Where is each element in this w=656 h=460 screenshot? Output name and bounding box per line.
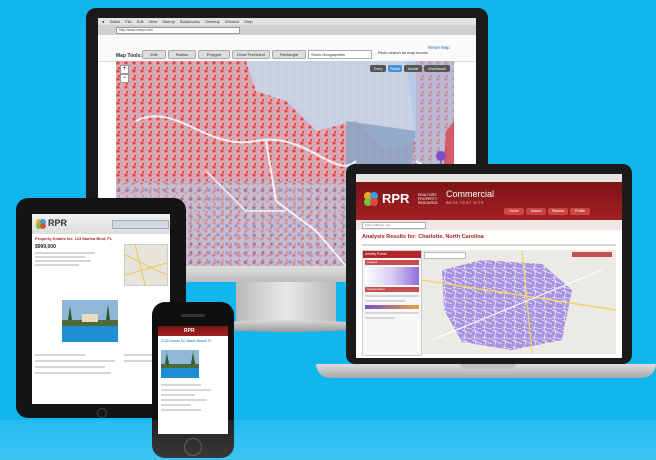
nav-profile[interactable]: Profile (570, 208, 590, 215)
search-input[interactable]: Enter Address, City (362, 222, 426, 229)
menu-item-view[interactable]: View (149, 19, 158, 24)
menu-item-develop[interactable]: Develop (205, 19, 220, 24)
phone-nav-bar: RPR (158, 326, 228, 336)
info-line (161, 384, 201, 386)
analysis-map[interactable] (422, 250, 616, 354)
panel-title: Activity Points (363, 251, 421, 258)
tablet-mini-map[interactable] (124, 244, 168, 286)
mini-map-graphic (124, 244, 168, 286)
property-photo[interactable] (62, 300, 118, 342)
freehand-tool-button[interactable]: Draw Freehand (232, 50, 270, 59)
phone-screen: RPR 2125 Ocean Dr, Miami Beach FL (158, 326, 228, 434)
polygon-tool-button[interactable]: Polygon (198, 50, 230, 59)
panel-line (365, 317, 395, 319)
brand-title: Commercial (446, 189, 495, 199)
map-type-overhead[interactable]: Overhead (424, 65, 450, 72)
nav-search[interactable]: Search (526, 208, 546, 215)
map-type-aerial[interactable]: Aerial (404, 65, 422, 72)
panel-section-legend[interactable]: Legend (365, 260, 419, 265)
phone-photo-graphic (161, 350, 199, 378)
info-line (35, 354, 85, 356)
tablet-price: $999,000 (35, 244, 56, 250)
phone-property-photo[interactable] (161, 350, 199, 378)
nav-home[interactable]: Home (504, 208, 524, 215)
menu-item-bookmarks[interactable]: Bookmarks (180, 19, 200, 24)
info-line (35, 252, 95, 254)
map-type-road[interactable]: Road (388, 65, 402, 72)
tablet-logo-text: RPR (48, 218, 68, 228)
legend-gradient (365, 267, 419, 285)
brand-small: REALTORS PROPERTY RESOURCE (418, 193, 438, 205)
tablet-screen: RPR Property Details for: 123 Marina Blv… (32, 214, 170, 404)
map-tools-label: Map Tools: (116, 53, 143, 59)
laptop-notch (460, 364, 516, 369)
edit-tool-button[interactable]: Edit (142, 50, 166, 59)
rpr-header: RPR REALTORS PROPERTY RESOURCE Commercia… (356, 182, 622, 220)
floor-reflection (0, 420, 656, 460)
reset-map-link[interactable]: Reset Map (428, 45, 450, 50)
apple-icon: ● (102, 19, 105, 24)
info-line (161, 394, 195, 396)
panel-line (365, 300, 405, 302)
analysis-map-graphic (422, 250, 616, 354)
phone-property-label[interactable]: 2125 Ocean Dr, Miami Beach FL (161, 339, 212, 343)
panel-section-opportunities[interactable]: Opportunities (365, 287, 419, 292)
rpr-logo-icon (36, 219, 46, 229)
tablet-header: RPR (32, 214, 170, 234)
zoom-in-button[interactable]: + (120, 65, 129, 74)
tablet-result-title: Property Details for: 123 Marina Blvd, F… (35, 236, 113, 241)
nav-reports[interactable]: Reports (548, 208, 568, 215)
menu-item-safari[interactable]: Safari (110, 19, 120, 24)
info-line (35, 360, 115, 362)
radius-tool-button[interactable]: Radius (168, 50, 196, 59)
divider (362, 244, 616, 246)
phone-speaker (181, 314, 205, 317)
info-line (161, 404, 191, 406)
panel-line (365, 312, 419, 314)
menu-item-history[interactable]: History (162, 19, 174, 24)
info-line (161, 399, 207, 401)
tablet-home-button[interactable] (97, 408, 107, 418)
redo-search-checkbox[interactable]: Redo search as map moves (378, 50, 428, 55)
results-title: Analysis Results for: Charlotte, North C… (362, 234, 484, 240)
info-line (35, 260, 91, 262)
analysis-panel: Activity Points Legend Opportunities (362, 250, 422, 356)
tablet-nav-tabs[interactable] (112, 220, 169, 229)
map-toolbar[interactable] (424, 252, 466, 259)
map-type-tabs[interactable] (572, 252, 612, 257)
menu-item-edit[interactable]: Edit (137, 19, 144, 24)
menu-item-window[interactable]: Window (225, 19, 239, 24)
brand-subtitle: BETA TEST SITE (446, 200, 485, 205)
geographies-select[interactable]: Show Geographies (308, 50, 372, 59)
menu-item-help[interactable]: Help (244, 19, 252, 24)
map-type-grey[interactable]: Grey (370, 65, 386, 72)
laptop-screen: RPR REALTORS PROPERTY RESOURCE Commercia… (356, 174, 622, 358)
rpr-logo-icon (364, 192, 378, 206)
menu-item-file[interactable]: File (125, 19, 131, 24)
rectangle-tool-button[interactable]: Rectangle (272, 50, 306, 59)
info-line (35, 264, 79, 266)
info-line (35, 372, 111, 374)
pool-photo-graphic (62, 300, 118, 342)
panel-line (365, 295, 419, 297)
rpr-logo-text: RPR (382, 191, 410, 206)
zoom-out-button[interactable]: − (120, 74, 129, 83)
map-tools-bar: Map Tools: Edit Radius Polygon Draw Free… (98, 35, 476, 62)
slider-track[interactable] (365, 305, 419, 309)
phone-nav-title: RPR (184, 328, 195, 334)
info-line (35, 366, 105, 368)
stage: ● Safari File Edit View History Bookmark… (0, 0, 656, 460)
info-line (161, 389, 211, 391)
info-line (161, 409, 201, 411)
address-bar[interactable]: http://www.narrpr.com (116, 27, 240, 34)
info-line (35, 256, 85, 258)
